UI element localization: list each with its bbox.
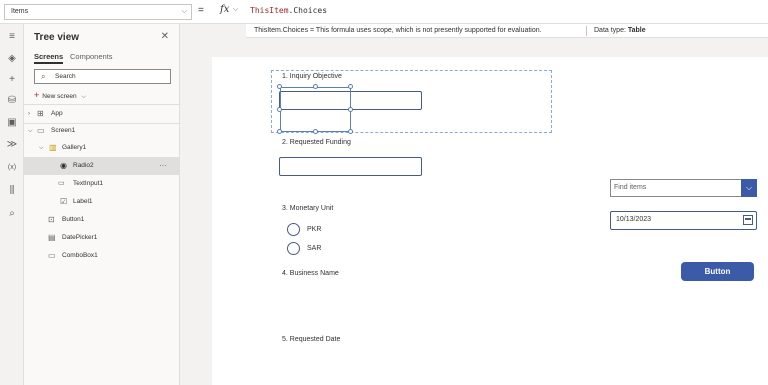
tree-item-label: TextInput1	[73, 180, 103, 187]
tree-item-label1[interactable]: ☑ Label1	[24, 193, 179, 211]
plus-icon: +	[34, 90, 40, 100]
new-screen-label: New screen	[42, 93, 77, 100]
resize-handle[interactable]	[277, 107, 282, 112]
radio-label: PKR	[307, 226, 322, 233]
tree-item-gallery1[interactable]: ⌵ ▥ Gallery1	[24, 139, 179, 157]
tree-item-radio2[interactable]: ◉ Radio2 ···	[24, 157, 179, 175]
hint-message: ThisItem.Choices = This formula uses sco…	[254, 27, 542, 34]
panel-title: Tree view	[34, 32, 80, 43]
menu-icon[interactable]: ≡	[4, 30, 20, 44]
variables-icon[interactable]: (x)	[4, 161, 20, 175]
combobox-placeholder: Find items	[614, 184, 647, 191]
calendar-icon[interactable]	[743, 215, 753, 225]
search-placeholder: Search	[55, 73, 76, 80]
text-input[interactable]	[279, 157, 422, 176]
resize-handle[interactable]	[313, 84, 318, 89]
chevron-down-icon[interactable]: ⌵	[741, 179, 757, 197]
fx-icon[interactable]: fx	[220, 4, 229, 15]
resize-handle[interactable]	[277, 84, 282, 89]
plus-icon[interactable]: +	[4, 73, 20, 87]
chevron-down-icon[interactable]: ⌵	[28, 122, 33, 140]
data-type-value: Table	[627, 27, 646, 34]
radio-selection-box[interactable]	[277, 84, 353, 134]
chevron-down-icon[interactable]: ⌵	[233, 6, 238, 14]
button-icon: ⊡	[48, 215, 55, 224]
tree-item-combobox1[interactable]: ▭ ComboBox1	[24, 247, 179, 265]
tree-item-label: Screen1	[51, 127, 76, 134]
tab-components[interactable]: Components	[70, 52, 113, 61]
radio-button[interactable]	[287, 242, 300, 255]
combobox-icon: ▭	[48, 251, 56, 260]
selection-border	[280, 87, 351, 132]
formula-keyword: ThisItem	[250, 6, 289, 15]
close-icon[interactable]: ✕	[161, 31, 169, 42]
button[interactable]: Button	[681, 262, 754, 281]
equals-sign: =	[198, 5, 204, 16]
question-label: 1. Inquiry Objective	[282, 73, 342, 80]
resize-handle[interactable]	[348, 107, 353, 112]
tree-item-button1[interactable]: ⊡ Button1	[24, 211, 179, 229]
data-type: Data type: Table	[594, 24, 646, 37]
tree-item-label: DatePicker1	[62, 234, 98, 241]
tree-item-label: Label1	[73, 198, 93, 205]
radio-button[interactable]	[287, 223, 300, 236]
left-rail: ≡ ◈ + ⛁ ▣ ≫ (x) ⫼ ⌕	[0, 24, 24, 385]
chevron-down-icon[interactable]: ⌵	[39, 139, 44, 157]
search-icon[interactable]: ⌕	[4, 207, 20, 221]
data-type-label: Data type:	[594, 27, 628, 34]
resize-handle[interactable]	[348, 84, 353, 89]
gallery-icon: ▥	[49, 143, 57, 152]
chevron-down-icon: ⌵	[81, 94, 86, 100]
resize-handle[interactable]	[348, 129, 353, 134]
tree-item-textinput1[interactable]: ▭ TextInput1	[24, 175, 179, 193]
formula-bar: Items ⌵ = fx ⌵ ThisItem.Choices	[0, 0, 768, 24]
radio-label: SAR	[307, 245, 322, 252]
label-icon: ☑	[60, 197, 68, 206]
app-canvas[interactable]: 1. Inquiry Objective 2. Requested Fundin…	[212, 57, 768, 385]
tree-item-app[interactable]: › ⊞ App	[24, 105, 179, 123]
question-label: 5. Requested Date	[282, 336, 341, 343]
more-options-icon[interactable]: ···	[159, 157, 167, 175]
search-icon: ⌕	[41, 72, 46, 81]
new-screen-button[interactable]: + New screen ⌵	[34, 90, 86, 101]
property-dropdown[interactable]: Items ⌵	[4, 4, 192, 20]
screen-icon: ▭	[37, 126, 45, 135]
text-input-icon: ▭	[58, 180, 65, 187]
search-input[interactable]: ⌕ Search	[34, 69, 171, 84]
tree-item-label: Radio2	[73, 162, 94, 169]
chevron-right-icon[interactable]: ›	[28, 105, 30, 123]
tree-item-label: Gallery1	[62, 144, 87, 151]
question-label: 4. Business Name	[282, 270, 339, 277]
calendar-icon: ▤	[48, 233, 56, 242]
combobox[interactable]: Find items ⌵	[610, 179, 757, 197]
layers-icon[interactable]: ◈	[4, 52, 20, 66]
property-value: Items	[11, 8, 29, 15]
app-icon: ⊞	[37, 109, 44, 118]
date-value: 10/13/2023	[616, 216, 652, 223]
resize-handle[interactable]	[277, 129, 282, 134]
tab-screens[interactable]: Screens	[34, 52, 64, 64]
tree-view-panel: Tree view ✕ Screens Components ⌕ Search …	[24, 24, 180, 385]
data-icon[interactable]: ⛁	[4, 94, 20, 108]
chevron-down-icon: ⌵	[181, 8, 187, 15]
radio-icon: ◉	[60, 161, 67, 170]
formula-member: .Choices	[288, 6, 328, 15]
flow-icon[interactable]: ≫	[4, 138, 20, 152]
formula-input[interactable]: ThisItem.Choices	[250, 6, 327, 15]
question-label: 3. Monetary Unit	[282, 205, 334, 212]
tools-icon[interactable]: ⫼	[4, 184, 20, 198]
resize-handle[interactable]	[313, 129, 318, 134]
date-picker[interactable]: 10/13/2023	[610, 211, 757, 230]
formula-hint-bar: ThisItem.Choices = This formula uses sco…	[246, 24, 768, 38]
tree-item-label: ComboBox1	[62, 252, 98, 259]
tree-item-datepicker1[interactable]: ▤ DatePicker1	[24, 229, 179, 247]
question-label: 2. Requested Funding	[282, 139, 351, 146]
tree-item-label: Button1	[62, 216, 85, 223]
media-icon[interactable]: ▣	[4, 116, 20, 130]
divider	[586, 26, 587, 36]
tree-item-screen1[interactable]: ⌵ ▭ Screen1	[24, 122, 179, 140]
tree-item-label: App	[51, 110, 63, 117]
